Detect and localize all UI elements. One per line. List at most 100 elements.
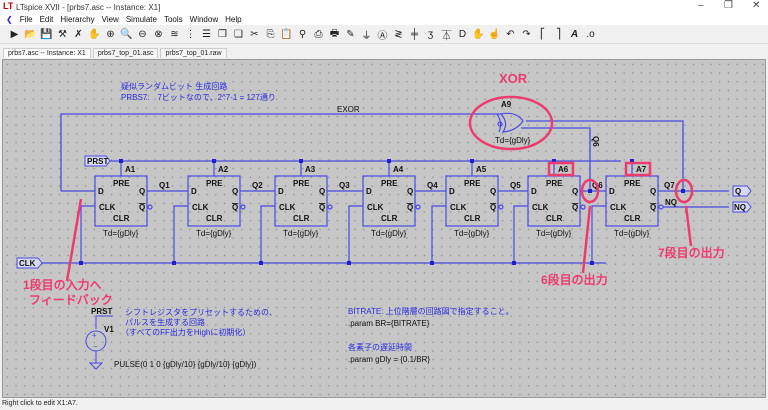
cascade-icon[interactable]: ❐ xyxy=(216,28,229,41)
tab-prbs7-top-asc[interactable]: prbs7_top_01.asc xyxy=(92,48,159,58)
flip-flop-3[interactable]: A3 PRE D QQ CLK CLR Td={gDly} Q3 xyxy=(259,159,363,265)
ff-name: A3 xyxy=(305,165,316,174)
find-icon[interactable]: ⚲ xyxy=(296,28,309,41)
text-icon[interactable]: A xyxy=(568,28,581,41)
ff-name: A4 xyxy=(393,165,404,174)
pulse-comment-3: （すべてのFF出力をHighに初期化） xyxy=(121,327,250,337)
minimize-button[interactable]: – xyxy=(698,0,704,11)
tile-vertical-icon[interactable]: ❏ xyxy=(232,28,245,41)
mirror-icon[interactable]: ⎤ xyxy=(552,28,565,41)
ff-td: Td={gDly} xyxy=(454,229,490,238)
pin-clk: CLK xyxy=(450,203,467,212)
spice-directive-icon[interactable]: .o xyxy=(584,28,597,41)
plus-sign: + xyxy=(92,331,97,340)
menu-help[interactable]: Help xyxy=(225,15,241,24)
diode-icon[interactable]: ⏄ xyxy=(440,28,453,42)
clk-port[interactable]: CLK xyxy=(19,259,36,268)
xor-td: Td={gDly} xyxy=(495,136,531,145)
inductor-icon[interactable]: ʒ xyxy=(424,28,437,41)
component-icon[interactable]: D xyxy=(456,28,469,41)
menu-view[interactable]: View xyxy=(102,15,119,24)
annotation-out6: 6段目の出力 xyxy=(541,272,608,287)
open-icon[interactable]: 📂 xyxy=(24,28,37,41)
capacitor-icon[interactable]: ╪ xyxy=(408,28,421,41)
xor-name: A9 xyxy=(501,100,512,109)
pin-pre: PRE xyxy=(624,179,641,188)
schematic-canvas[interactable]: A1 PRE D Q Q CLK CLR Td={gDly} Q1 A2 PRE D Q Q CLK CLR T… xyxy=(2,59,766,398)
label-net-icon[interactable]: Ⓐ xyxy=(376,28,389,42)
ground-icon[interactable]: ⏚ xyxy=(360,28,373,42)
pin-d: D xyxy=(98,187,104,196)
paste-icon[interactable]: 📋 xyxy=(280,28,293,41)
pin-qbar: Q xyxy=(139,203,145,212)
ff-td: Td={gDly} xyxy=(103,229,139,238)
close-button[interactable]: ✕ xyxy=(752,0,760,11)
pin-q: Q xyxy=(319,187,325,196)
menu-simulate[interactable]: Simulate xyxy=(126,15,157,24)
flip-flop-4[interactable]: A4 PRE D QQ CLK CLR Td={gDly} Q4 xyxy=(347,159,446,265)
comment-prbs7: PRBS7: 7ビットなので、2^7-1 = 127通り xyxy=(121,92,276,102)
undo-icon[interactable]: ↶ xyxy=(504,28,517,41)
flip-flop-5[interactable]: A5 PRE D QQ CLK CLR Td={gDly} Q5 xyxy=(430,159,528,265)
tile-horizontal-icon[interactable]: ☰ xyxy=(200,28,213,41)
pan-icon[interactable]: ✋ xyxy=(88,28,101,41)
cut-icon[interactable]: ✂ xyxy=(248,28,261,41)
net-nq: NQ xyxy=(665,198,677,207)
flip-flop-2[interactable]: A2 PRE D QQ CLK CLR Td={gDly} Q2 xyxy=(172,159,275,265)
halt-icon[interactable]: ✗ xyxy=(72,28,85,41)
print-icon[interactable]: 🖶 xyxy=(328,28,341,41)
menu-window[interactable]: Window xyxy=(190,15,218,24)
voltage-source-v1[interactable] xyxy=(85,315,113,370)
tab-prbs7-instance[interactable]: prbs7.asc -- Instance: X1 xyxy=(3,48,91,58)
status-bar: Right click to edit X1:A7. xyxy=(0,398,768,410)
run-icon[interactable]: ▶ xyxy=(8,28,21,41)
param-br: .param BR={BITRATE} xyxy=(348,319,430,328)
net-q4: Q4 xyxy=(427,181,438,190)
control-panel-icon[interactable]: ⚒ xyxy=(56,28,69,41)
annotation-labels: XOR 1段目の入力へ フィードバック 6段目の出力 7段目の出力 xyxy=(23,71,725,307)
net-q5: Q5 xyxy=(510,181,521,190)
drag-icon[interactable]: ☝ xyxy=(488,28,501,41)
print-setup-icon[interactable]: ⎙ xyxy=(312,28,325,41)
pin-clk: CLK xyxy=(532,203,549,212)
menu-hierarchy[interactable]: Hierarchy xyxy=(60,15,94,24)
flip-flop-1[interactable]: A1 PRE D QQ CLK CLR Td={gDly} Q1 xyxy=(79,159,188,265)
grid-icon[interactable]: ⋮ xyxy=(184,28,197,41)
net-exor: EXOR xyxy=(337,105,360,114)
pin-clk: CLK xyxy=(192,203,209,212)
ff-td: Td={gDly} xyxy=(536,229,572,238)
rotate-icon[interactable]: ⎡ xyxy=(536,28,549,41)
pin-q: Q xyxy=(139,187,145,196)
menu-tools[interactable]: Tools xyxy=(164,15,183,24)
redo-icon[interactable]: ↷ xyxy=(520,28,533,41)
prst-port[interactable]: PRST xyxy=(87,157,108,166)
autorange-icon[interactable]: ≋ xyxy=(168,28,181,41)
zoom-out-icon[interactable]: ⊖ xyxy=(136,28,149,41)
menu-file[interactable]: File xyxy=(20,15,33,24)
resistor-icon[interactable]: ≷ xyxy=(392,28,405,41)
draw-wire-icon[interactable]: ✎ xyxy=(344,28,357,41)
net-q2: Q2 xyxy=(252,181,263,190)
pin-d: D xyxy=(609,187,615,196)
menu-icon: ❮ xyxy=(6,14,13,24)
zoom-in-icon[interactable]: ⊕ xyxy=(104,28,117,41)
nq-port[interactable]: NQ xyxy=(734,203,746,212)
pin-clk: CLK xyxy=(367,203,384,212)
zoom-pan-icon[interactable]: 🔍 xyxy=(120,28,133,41)
pin-d: D xyxy=(191,187,197,196)
save-icon[interactable]: 💾 xyxy=(40,28,53,41)
q-port[interactable]: Q xyxy=(735,187,741,196)
tab-prbs7-top-raw[interactable]: prbs7_top_01.raw xyxy=(160,48,227,58)
xor-gate[interactable] xyxy=(496,112,524,133)
maximize-button[interactable]: ❐ xyxy=(724,0,733,11)
menu-edit[interactable]: Edit xyxy=(40,15,54,24)
annotation-out7: 7段目の出力 xyxy=(658,245,725,260)
pin-d: D xyxy=(531,187,537,196)
ff-name: A5 xyxy=(476,165,487,174)
move-icon[interactable]: ✋ xyxy=(472,28,485,41)
pin-qbar: Q xyxy=(572,203,578,212)
title-bar: LT LTspice XVII - [prbs7.asc -- Instance… xyxy=(0,0,768,14)
copy-icon[interactable]: ⎘ xyxy=(264,28,277,41)
net-q3: Q3 xyxy=(339,181,350,190)
zoom-fit-icon[interactable]: ⊗ xyxy=(152,28,165,41)
